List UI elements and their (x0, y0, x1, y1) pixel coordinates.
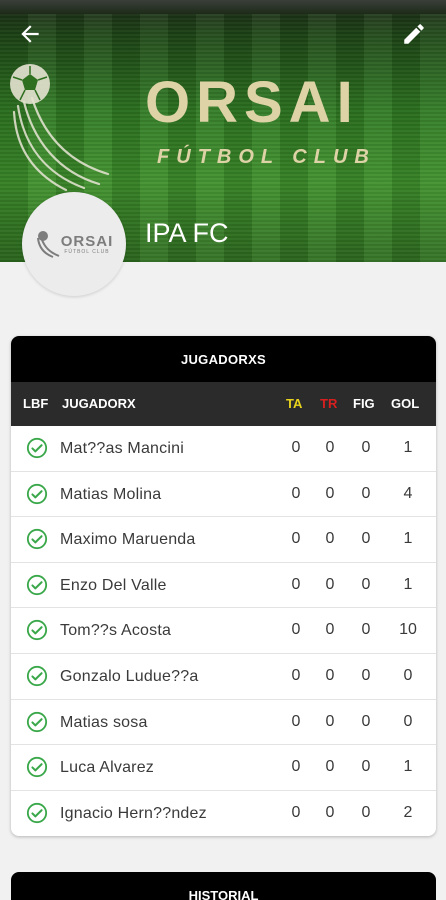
player-ta: 0 (291, 803, 301, 821)
player-name: Mat??as Mancini (60, 440, 184, 457)
player-ta: 0 (291, 439, 301, 456)
check-circle-icon (26, 483, 48, 504)
col-player: JUGADORX (62, 396, 136, 411)
players-table-header: LBF JUGADORX TA TR FIG GOL (11, 382, 436, 426)
history-card-title: HISTORIAL (188, 888, 259, 900)
player-fig: 0 (361, 530, 371, 548)
team-detail-screen: ORSAI FÚTBOL CLUB IPA FC ORSAI FÚTBOL CL… (0, 0, 446, 900)
player-ta: 0 (291, 666, 301, 684)
check-circle-icon (26, 802, 48, 823)
avatar-sub: FÚTBOL CLUB (64, 248, 110, 255)
check-circle-icon (26, 711, 48, 732)
player-tr: 0 (325, 575, 335, 593)
players-table-body: Mat??as Mancini 0 0 0 1 Matias Molina 0 0 0 4 Maxi… (11, 426, 436, 836)
check-circle-icon (26, 665, 48, 687)
player-name: Tom??s Acosta (60, 622, 172, 640)
player-tr: 0 (325, 439, 335, 456)
table-row[interactable]: Mat??as Mancini 0 0 0 1 (11, 426, 436, 472)
player-fig: 0 (361, 758, 371, 776)
team-name: IPA FC (145, 218, 229, 248)
player-name: Gonzalo Ludue??a (60, 667, 199, 685)
player-fig: 0 (361, 439, 371, 456)
back-button[interactable] (12, 16, 48, 52)
player-name: Ignacio Hern??ndez (60, 804, 207, 822)
table-row[interactable]: Matias sosa 0 0 0 0 (11, 700, 436, 746)
arrow-left-icon (21, 25, 39, 43)
player-gol: 0 (403, 666, 413, 684)
player-tr: 0 (325, 712, 335, 730)
player-gol: 1 (403, 575, 413, 593)
col-tr: TR (320, 396, 338, 411)
player-name: Maximo Maruenda (60, 531, 196, 549)
col-gol: GOL (391, 396, 420, 411)
table-row[interactable]: Enzo Del Valle 0 0 0 1 (11, 563, 436, 609)
table-row[interactable]: Maximo Maruenda 0 0 0 1 (11, 517, 436, 563)
table-row[interactable]: Matias Molina 0 0 0 4 (11, 472, 436, 518)
players-card-title: JUGADORXS (11, 336, 436, 382)
player-fig: 0 (361, 575, 371, 593)
history-card: HISTORIAL (11, 872, 436, 900)
col-ta: TA (286, 396, 303, 411)
check-circle-icon (26, 574, 48, 595)
player-gol: 0 (403, 712, 413, 730)
table-row[interactable]: Ignacio Hern??ndez 0 0 0 2 (11, 791, 436, 836)
player-tr: 0 (325, 666, 335, 684)
player-tr: 0 (325, 530, 335, 548)
player-name: Matias Molina (60, 485, 162, 503)
player-ta: 0 (291, 621, 301, 639)
player-fig: 0 (361, 712, 371, 730)
player-ta: 0 (291, 484, 301, 502)
check-circle-icon (26, 757, 48, 778)
players-card: JUGADORXS LBF JUGADORX TA TR FIG GOL Mat… (11, 336, 436, 836)
player-name: Luca Alvarez (60, 759, 155, 777)
player-gol: 2 (403, 803, 413, 821)
player-gol: 1 (403, 758, 413, 776)
pencil-icon (404, 24, 424, 44)
player-tr: 0 (325, 803, 335, 821)
player-fig: 0 (361, 621, 371, 639)
player-ta: 0 (291, 575, 301, 593)
col-fig: FIG (353, 396, 375, 411)
player-tr: 0 (325, 484, 335, 502)
player-ta: 0 (291, 712, 301, 730)
soccer-ball-logo-icon (10, 64, 110, 192)
player-gol: 1 (403, 530, 413, 548)
player-fig: 0 (361, 666, 371, 684)
player-fig: 0 (361, 484, 371, 502)
brand-subtitle: FÚTBOL CLUB (157, 146, 376, 168)
player-name: Enzo Del Valle (60, 576, 167, 594)
brand-title: ORSAI (145, 70, 359, 135)
col-lbf: LBF (23, 396, 49, 411)
player-ta: 0 (291, 758, 301, 776)
player-gol: 1 (403, 439, 413, 456)
table-row[interactable]: Gonzalo Ludue??a 0 0 0 0 (11, 654, 436, 700)
ball-logo-icon (36, 231, 60, 258)
check-circle-icon (26, 437, 48, 459)
table-row[interactable]: Luca Alvarez 0 0 0 1 (11, 745, 436, 791)
player-gol: 10 (399, 621, 417, 639)
team-avatar: ORSAI FÚTBOL CLUB (22, 192, 126, 296)
edit-button[interactable] (396, 16, 432, 52)
check-circle-icon (26, 529, 48, 550)
player-gol: 4 (403, 484, 413, 502)
player-fig: 0 (361, 803, 371, 821)
table-row[interactable]: Tom??s Acosta 0 0 0 10 (11, 608, 436, 654)
player-name: Matias sosa (60, 713, 148, 731)
avatar-brand: ORSAI (60, 232, 114, 250)
player-ta: 0 (291, 530, 301, 548)
player-tr: 0 (325, 621, 335, 639)
player-tr: 0 (325, 758, 335, 776)
check-circle-icon (26, 620, 48, 641)
